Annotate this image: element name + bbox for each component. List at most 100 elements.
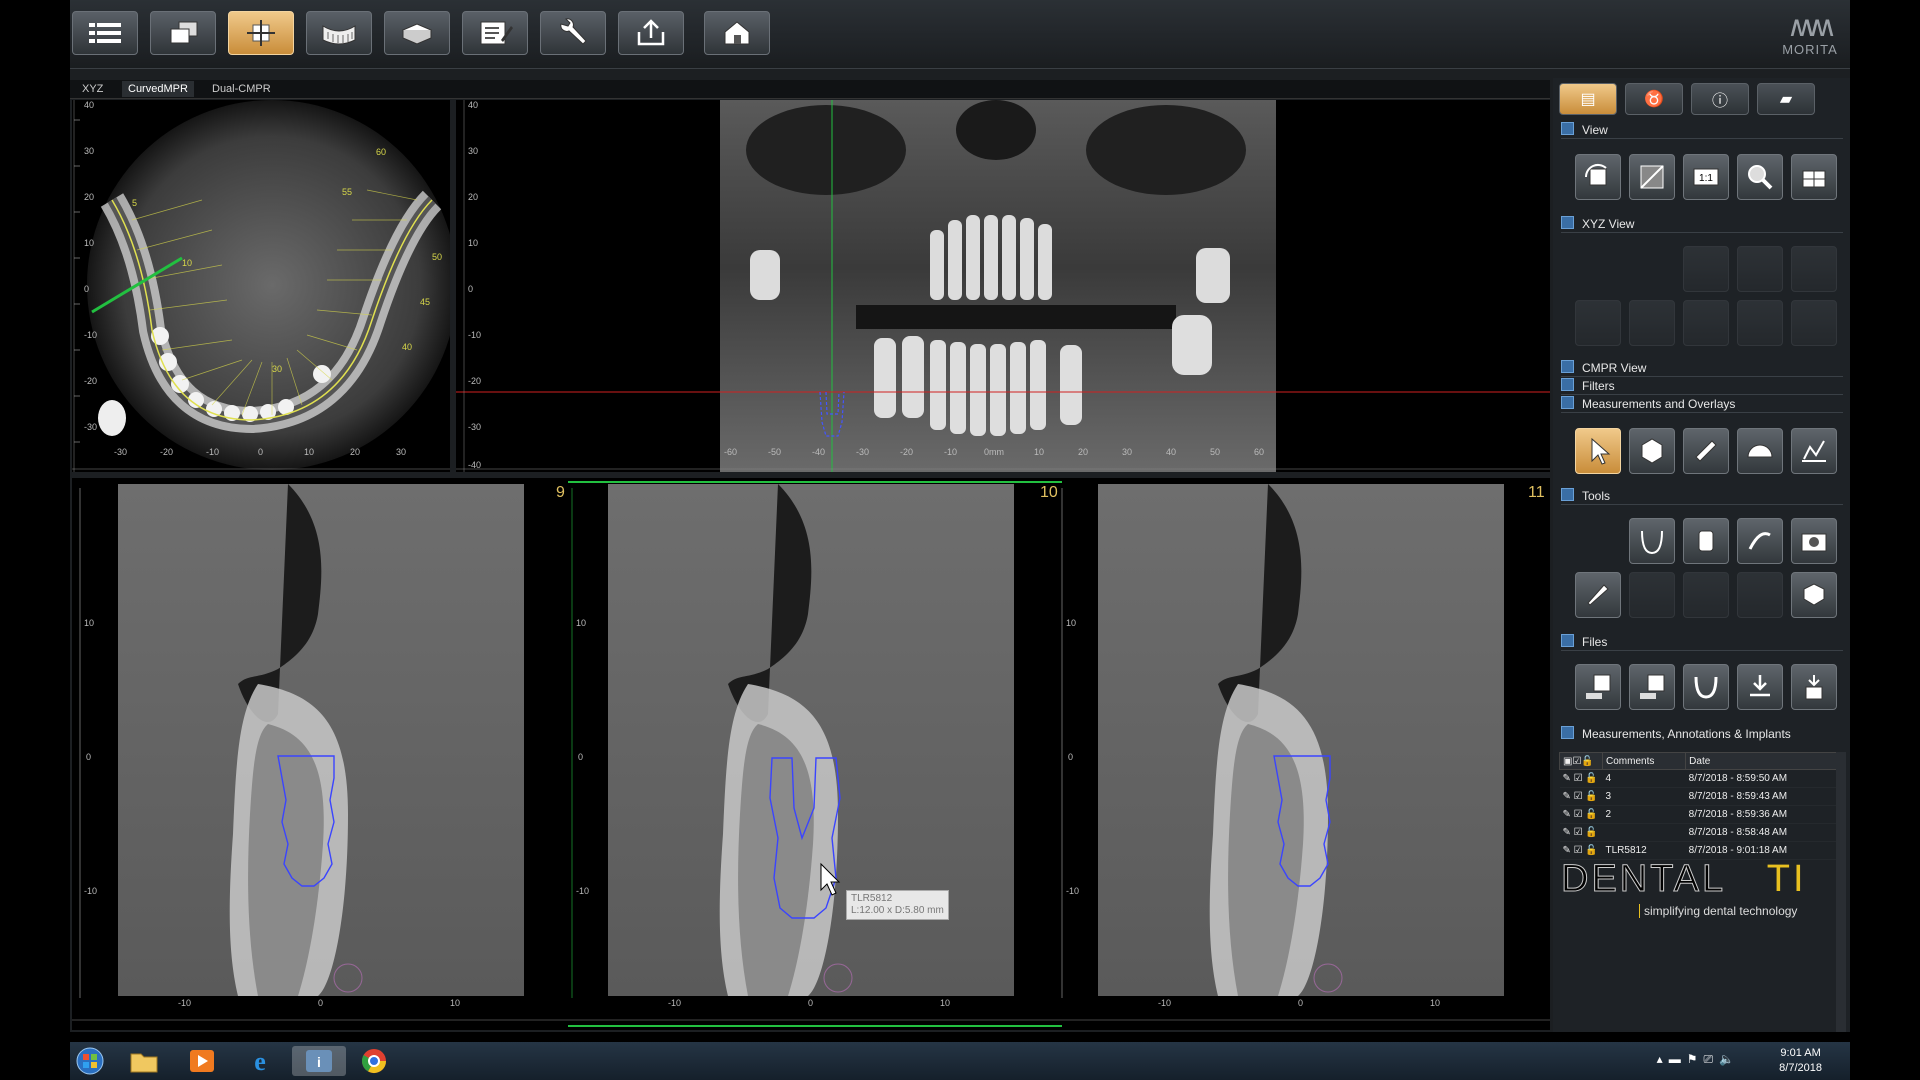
mpr-button[interactable]: [228, 11, 294, 55]
y-tick: 0: [84, 284, 90, 294]
tools-disabled-3[interactable]: [1737, 572, 1783, 618]
y-tick: 10: [576, 618, 587, 628]
main-toolbar: ʍʍ MORITA: [70, 0, 1850, 69]
media-player-button[interactable]: [182, 1046, 222, 1076]
y-tick: 30: [84, 146, 95, 156]
panoramic-button[interactable]: [306, 11, 372, 55]
crown-tool-button[interactable]: [1791, 572, 1837, 618]
tab-dual-cmpr[interactable]: Dual-CMPR: [206, 81, 277, 97]
section-cmpr-view[interactable]: CMPR View: [1561, 360, 1646, 376]
table-row[interactable]: ✎ ☑ 🔓 3 8/7/2018 - 8:59:43 AM: [1559, 787, 1843, 806]
arch-export-button[interactable]: [1683, 664, 1729, 710]
y-tick: -10: [468, 330, 482, 340]
x-tick: 30: [396, 447, 407, 457]
nerve-tool-button[interactable]: [1737, 518, 1783, 564]
tab-info[interactable]: ⓘ: [1691, 83, 1749, 115]
menu-grid-button[interactable]: [72, 11, 138, 55]
settings-button[interactable]: [540, 11, 606, 55]
axial-view[interactable]: 10 5 30 55 60 40 45 50 40 30 20 10 0 -10…: [72, 100, 450, 472]
tools-disabled-2[interactable]: [1683, 572, 1729, 618]
start-button[interactable]: [70, 1046, 110, 1076]
tab-tooth[interactable]: ♉: [1625, 83, 1683, 115]
section-measurements-annotations[interactable]: Measurements, Annotations & Implants: [1561, 726, 1791, 742]
y-tick: -10: [1066, 886, 1080, 896]
ruler-button[interactable]: [1683, 428, 1729, 474]
table-row[interactable]: ✎ ☑ 🔓 4 8/7/2018 - 8:59:50 AM: [1559, 769, 1843, 788]
tools-disabled-1[interactable]: [1629, 572, 1675, 618]
download-button[interactable]: [1737, 664, 1783, 710]
section-measurements-overlays[interactable]: Measurements and Overlays: [1561, 396, 1735, 412]
xyz-tool-7[interactable]: [1737, 300, 1783, 346]
y-tick: 40: [468, 100, 479, 110]
window-level-button[interactable]: [1629, 154, 1675, 200]
dicom-export-icon: [1586, 674, 1611, 699]
section-filters[interactable]: Filters: [1561, 378, 1615, 394]
tab-curvedmpr[interactable]: CurvedMPR: [122, 81, 194, 97]
select-tool-button[interactable]: [1575, 428, 1621, 474]
zoom-button[interactable]: [1737, 154, 1783, 200]
divider: [1561, 376, 1843, 377]
x-tick: -60: [724, 447, 738, 457]
collapse-icon: [1561, 122, 1574, 135]
section-view[interactable]: View: [1561, 122, 1608, 138]
tab-eraser[interactable]: ▰: [1757, 83, 1815, 115]
snapshot-button[interactable]: [1791, 518, 1837, 564]
system-clock[interactable]: 9:01 AM 8/7/2018: [1779, 1046, 1822, 1076]
x-tick: 20: [350, 447, 361, 457]
dicom-import-button[interactable]: [1629, 664, 1675, 710]
table-row[interactable]: ✎ ☑ 🔓 2 8/7/2018 - 8:59:36 AM: [1559, 805, 1843, 824]
viewer-tabs: XYZ CurvedMPR Dual-CMPR: [70, 80, 1550, 99]
x-tick: 10: [1034, 447, 1045, 457]
section-files[interactable]: Files: [1561, 634, 1607, 650]
save-button[interactable]: [1791, 664, 1837, 710]
xyz-tool-1[interactable]: [1683, 246, 1729, 292]
internet-explorer-button[interactable]: e: [240, 1046, 280, 1076]
dicom-export-button[interactable]: [1575, 664, 1621, 710]
divider: [1561, 412, 1843, 413]
tray-icons[interactable]: ▴▬⚑⎚🔈: [1657, 1052, 1740, 1067]
explorer-icon: [130, 1053, 158, 1073]
taskbar: e i ▴▬⚑⎚🔈 9:01 AM 8/7/2018: [70, 1042, 1850, 1080]
table-scrollbar[interactable]: [1836, 752, 1846, 1032]
annotation-button[interactable]: [1629, 428, 1675, 474]
actual-size-button[interactable]: 1:1: [1683, 154, 1729, 200]
layers-button[interactable]: [150, 11, 216, 55]
table-row[interactable]: ✎ ☑ 🔓 8/7/2018 - 8:58:48 AM: [1559, 823, 1843, 842]
rotate-view-button[interactable]: [1575, 154, 1621, 200]
report-button[interactable]: [462, 11, 528, 55]
chrome-button[interactable]: [354, 1046, 394, 1076]
comments-header[interactable]: Comments: [1601, 752, 1687, 770]
tab-xyz[interactable]: XYZ: [76, 81, 109, 97]
xyz-tool-6[interactable]: [1683, 300, 1729, 346]
pen-tool-button[interactable]: [1575, 572, 1621, 618]
tooltip-implant-size: L:12.00 x D:5.80 mm: [851, 905, 944, 916]
dental-app-button[interactable]: i: [292, 1046, 346, 1076]
implant-tool-button[interactable]: [1683, 518, 1729, 564]
xyz-tool-4[interactable]: [1575, 300, 1621, 346]
section-tools[interactable]: Tools: [1561, 488, 1610, 504]
table-row[interactable]: ✎ ☑ 🔓 TLR5812 8/7/2018 - 9:01:18 AM: [1559, 841, 1843, 860]
layout-button[interactable]: [1791, 154, 1837, 200]
row-comment: [1602, 823, 1686, 842]
xyz-tool-8[interactable]: [1791, 300, 1837, 346]
angle-button[interactable]: [1737, 428, 1783, 474]
date-header[interactable]: Date: [1685, 752, 1843, 770]
tab-layers[interactable]: ▤: [1559, 83, 1617, 115]
volume-button[interactable]: [384, 11, 450, 55]
profile-icon: [1802, 440, 1826, 462]
density-profile-button[interactable]: [1791, 428, 1837, 474]
panoramic-view[interactable]: 40 30 20 10 0 -10 -20 -30 -40 -60 -50 -4…: [456, 100, 1550, 472]
internet-explorer-icon: e: [254, 1047, 266, 1075]
x-tick: -30: [856, 447, 870, 457]
export-button[interactable]: [618, 11, 684, 55]
collapse-icon: [1561, 360, 1574, 373]
section-xyz-view[interactable]: XYZ View: [1561, 216, 1634, 232]
home-button[interactable]: [704, 11, 770, 55]
arch-tool-button[interactable]: [1629, 518, 1675, 564]
svg-text:50: 50: [432, 252, 442, 262]
explorer-button[interactable]: [124, 1046, 164, 1076]
cross-section-images: [72, 481, 1550, 1027]
xyz-tool-5[interactable]: [1629, 300, 1675, 346]
xyz-tool-2[interactable]: [1737, 246, 1783, 292]
xyz-tool-3[interactable]: [1791, 246, 1837, 292]
